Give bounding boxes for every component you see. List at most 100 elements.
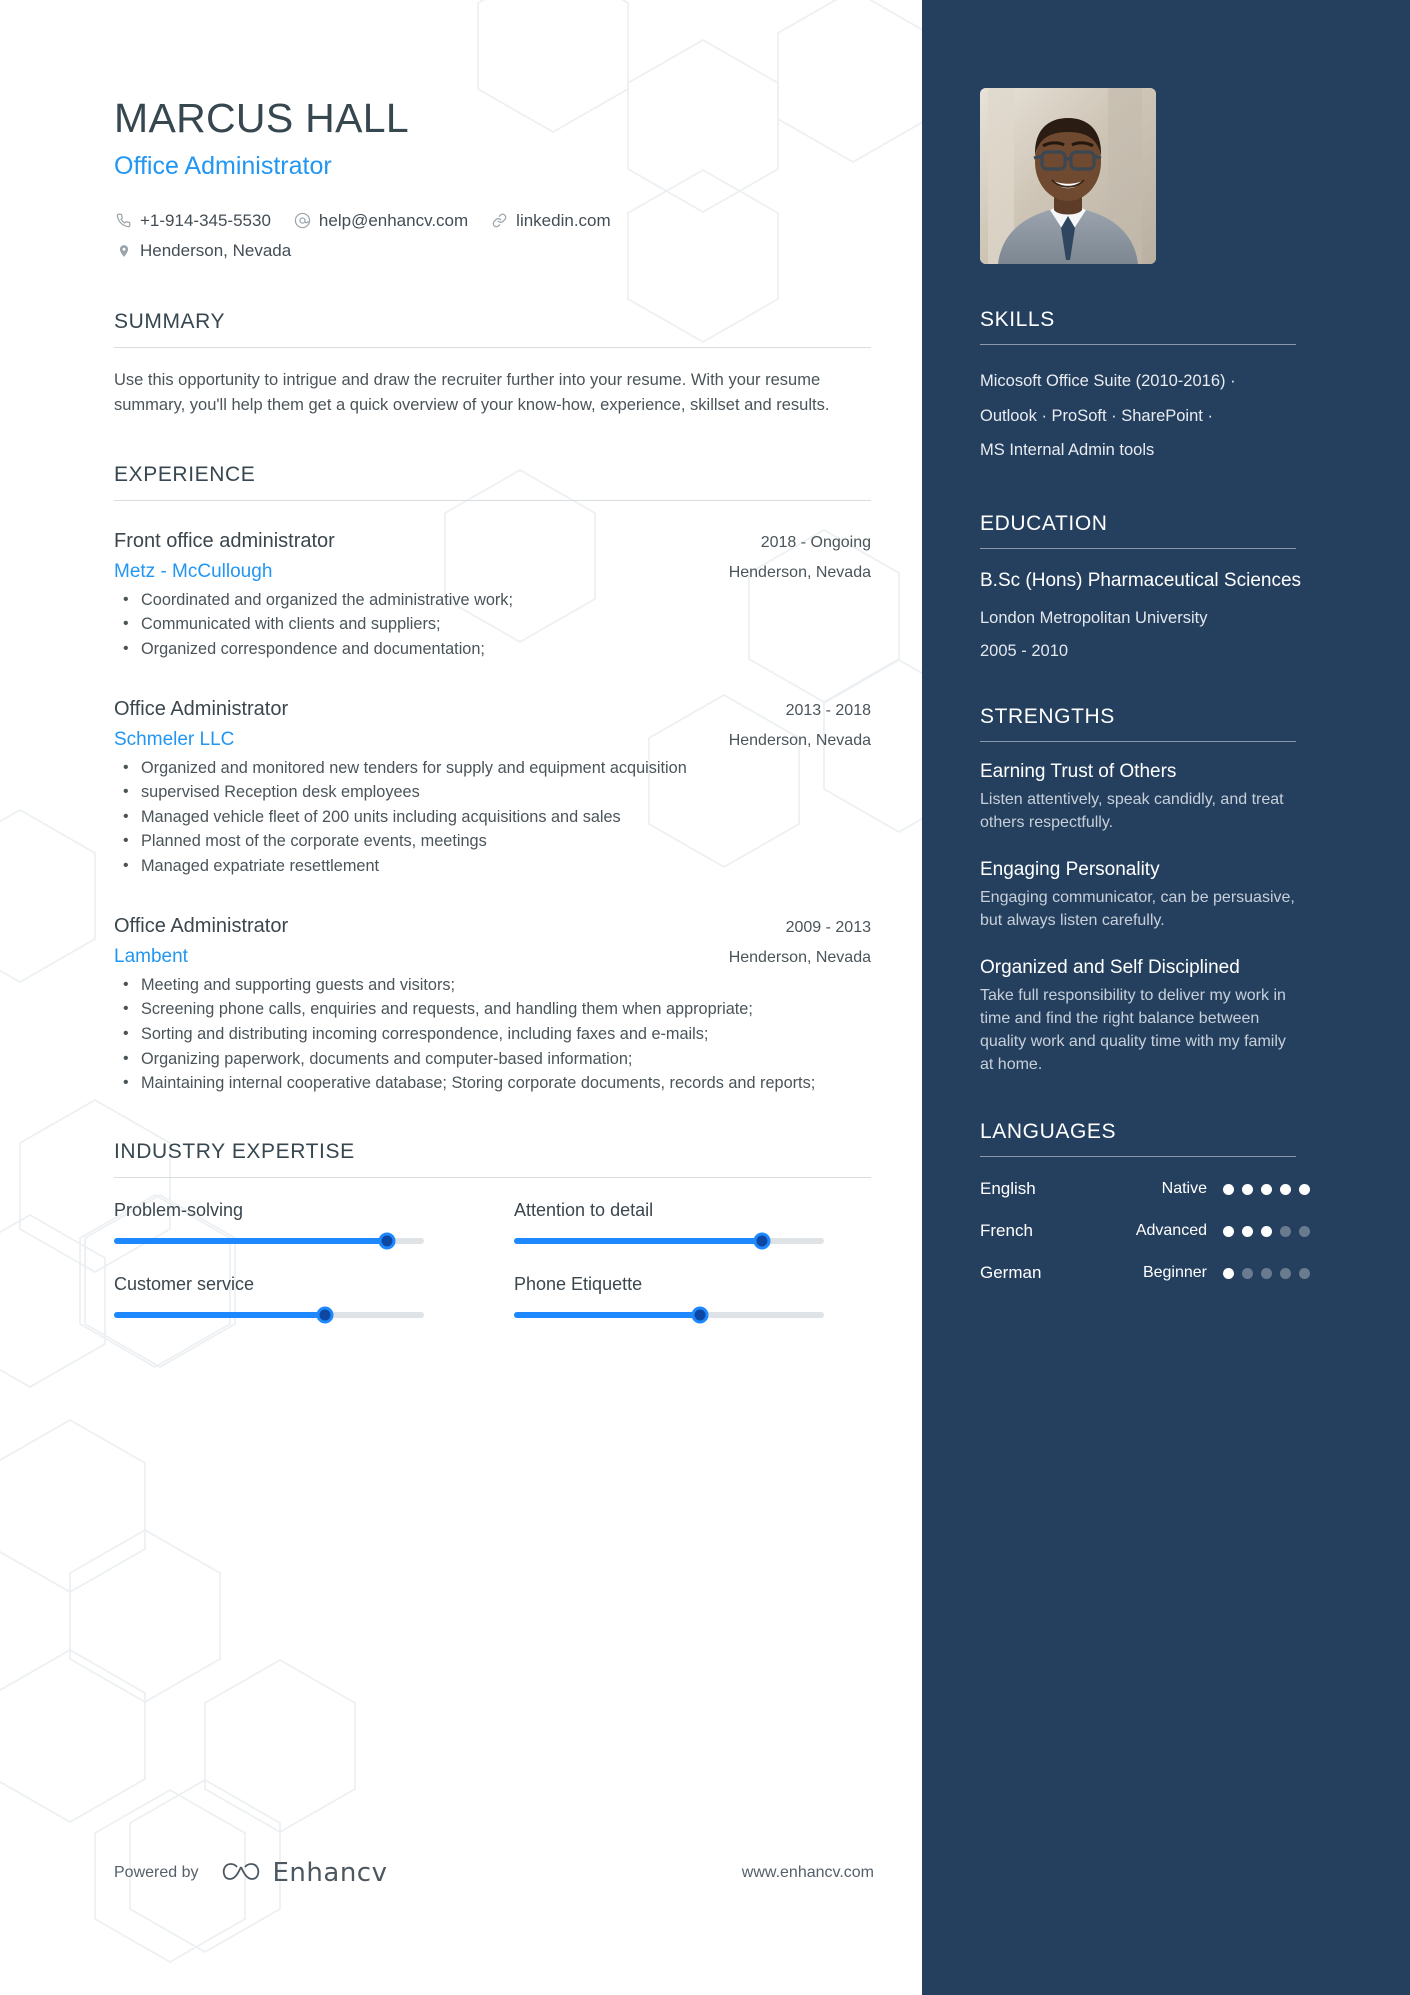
footer: Powered by Enhancv www.enhancv.com [114, 1858, 874, 1888]
strength-item: Organized and Self Disciplined Take full… [980, 957, 1310, 1076]
languages-heading: LANGUAGES [980, 1120, 1296, 1158]
enhancv-wordmark: Enhancv [272, 1858, 388, 1888]
languages-body: English Native French Advanced German Be… [980, 1179, 1310, 1283]
contact-link[interactable]: linkedin.com [490, 206, 611, 236]
skills-body: Micosoft Office Suite (2010-2016) · Outl… [980, 364, 1310, 468]
rating-dot [1261, 1267, 1272, 1279]
expertise-item: Phone Etiquette [514, 1273, 831, 1324]
experience-company[interactable]: Metz - McCullough [114, 561, 272, 583]
contact-phone[interactable]: +1-914-345-5530 [114, 206, 271, 236]
expertise-slider[interactable] [514, 1232, 824, 1250]
rating-dot [1299, 1267, 1310, 1279]
summary-text: Use this opportunity to intrigue and dra… [114, 370, 830, 415]
education-heading: EDUCATION [980, 512, 1296, 549]
language-row: French Advanced [980, 1221, 1310, 1241]
language-level: Native [1161, 1180, 1207, 1198]
rating-dot [1261, 1183, 1272, 1195]
list-item: Maintaining internal cooperative databas… [114, 1071, 871, 1096]
language-name: English [980, 1179, 1036, 1199]
expertise-label: Problem-solving [114, 1199, 244, 1220]
language-rating [1223, 1225, 1310, 1237]
slider-fill [114, 1237, 387, 1244]
powered-by-label: Powered by [114, 1864, 199, 1881]
expertise-item: Customer service [114, 1273, 431, 1324]
slider-knob[interactable] [691, 1306, 709, 1324]
language-level: Advanced [1135, 1222, 1207, 1240]
link-icon [490, 211, 509, 230]
experience-company[interactable]: Schmeler LLC [114, 729, 234, 751]
education-body: B.Sc (Hons) Pharmaceutical Sciences Lond… [980, 568, 1310, 661]
list-item: Planned most of the corporate events, me… [114, 829, 871, 854]
contact-info: +1-914-345-5530 help@enhancv.com linkedi… [114, 206, 808, 266]
powered-by-block: Powered by Enhancv [114, 1858, 387, 1888]
experience-location: Henderson, Nevada [728, 731, 871, 749]
expertise-slider[interactable] [114, 1306, 424, 1324]
strength-title: Organized and Self Disciplined [980, 957, 1240, 979]
rating-dot [1299, 1183, 1310, 1195]
experience-location: Henderson, Nevada [728, 563, 871, 581]
list-item: Communicated with clients and suppliers; [114, 612, 871, 637]
experience-heading: EXPERIENCE [114, 463, 871, 501]
list-item: Meeting and supporting guests and visito… [114, 973, 871, 998]
section-skills: SKILLS Micosoft Office Suite (2010-2016)… [980, 308, 1352, 468]
slider-knob[interactable] [316, 1306, 334, 1324]
language-rating [1223, 1267, 1310, 1279]
language-name: German [980, 1263, 1042, 1283]
skills-heading: SKILLS [980, 308, 1296, 345]
rating-dot [1223, 1183, 1234, 1195]
list-item: supervised Reception desk employees [114, 780, 871, 805]
experience-dates: 2009 - 2013 [785, 918, 871, 936]
education-degree: B.Sc (Hons) Pharmaceutical Sciences [980, 569, 1302, 591]
expertise-item: Attention to detail [514, 1200, 831, 1250]
expertise-slider[interactable] [514, 1306, 824, 1324]
contact-location-text: Henderson, Nevada [140, 240, 292, 260]
slider-fill [514, 1237, 762, 1244]
skill-line: Outlook · ProSoft · SharePoint · [980, 406, 1213, 425]
section-languages: LANGUAGES English Native French Advanced… [980, 1120, 1352, 1283]
experience-role: Front office administrator [114, 529, 335, 552]
experience-company[interactable]: Lambent [114, 946, 188, 968]
rating-dot [1242, 1183, 1253, 1195]
location-pin-icon [114, 241, 133, 260]
list-item: Managed vehicle fleet of 200 units inclu… [114, 805, 871, 830]
experience-bullets: Meeting and supporting guests and visito… [114, 973, 871, 1096]
strengths-body: Earning Trust of Others Listen attentive… [980, 761, 1310, 1076]
rating-dot [1280, 1225, 1291, 1237]
industry-expertise-heading: INDUSTRY EXPERTISE [114, 1140, 871, 1178]
strength-title: Engaging Personality [980, 859, 1160, 881]
contact-email[interactable]: help@enhancv.com [293, 206, 468, 236]
slider-knob[interactable] [753, 1232, 771, 1250]
expertise-grid: Problem-solving Attention to detail Cust… [114, 1199, 914, 1324]
rating-dot [1261, 1225, 1272, 1237]
slider-knob[interactable] [378, 1232, 396, 1250]
contact-email-text: help@enhancv.com [318, 211, 469, 231]
list-item: Screening phone calls, enquiries and req… [114, 997, 871, 1022]
strength-title: Earning Trust of Others [980, 761, 1177, 783]
expertise-label: Phone Etiquette [514, 1273, 643, 1294]
experience-item: Front office administrator 2018 - Ongoin… [114, 530, 871, 662]
contact-line-primary: +1-914-345-5530 help@enhancv.com linkedi… [114, 206, 808, 236]
resume-page: MARCUS HALL Office Administrator +1-914-… [0, 0, 1410, 1995]
page-title: MARCUS HALL [114, 95, 409, 141]
strength-description: Engaging communicator, can be persuasive… [980, 889, 1295, 930]
experience-role: Office Administrator [114, 697, 289, 720]
phone-icon [114, 211, 133, 230]
education-school: London Metropolitan University [980, 609, 1208, 628]
expertise-label: Customer service [114, 1273, 255, 1294]
list-item: Organizing paperwork, documents and comp… [114, 1047, 871, 1072]
email-icon [293, 211, 312, 230]
experience-location: Henderson, Nevada [728, 948, 871, 966]
list-item: Coordinated and organized the administra… [114, 588, 871, 613]
contact-line-location: Henderson, Nevada [114, 236, 808, 266]
list-item: Organized correspondence and documentati… [114, 637, 871, 662]
skill-line: Micosoft Office Suite (2010-2016) · [980, 372, 1236, 390]
language-level: Beginner [1142, 1264, 1207, 1282]
expertise-slider[interactable] [114, 1232, 424, 1250]
rating-dot [1299, 1225, 1310, 1237]
strength-description: Listen attentively, speak candidly, and … [980, 791, 1284, 832]
list-item: Sorting and distributing incoming corres… [114, 1022, 871, 1047]
contact-phone-text: +1-914-345-5530 [140, 211, 271, 231]
rating-dot [1280, 1183, 1291, 1195]
skill-line: MS Internal Admin tools [980, 441, 1155, 460]
language-row: German Beginner [980, 1263, 1310, 1283]
